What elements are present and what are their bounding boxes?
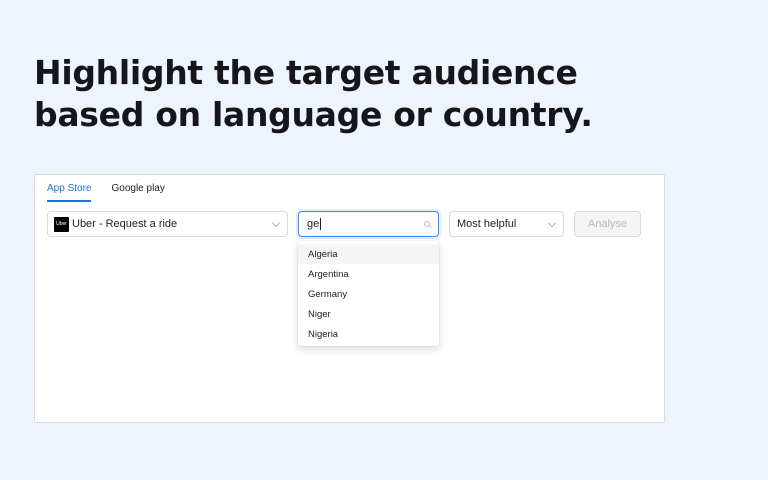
country-option-nigeria[interactable]: Nigeria	[298, 324, 439, 344]
headline-line-2: based on language or country.	[34, 95, 593, 134]
app-select[interactable]: Uber Uber - Request a ride	[47, 211, 288, 237]
country-dropdown: Algeria Argentina Germany Niger Nigeria	[298, 241, 439, 346]
headline-line-1: Highlight the target audience	[34, 53, 578, 92]
country-search-input[interactable]: ge	[298, 211, 439, 237]
analyse-button[interactable]: Analyse	[574, 211, 641, 237]
country-option-germany[interactable]: Germany	[298, 284, 439, 304]
chevron-down-icon	[547, 218, 557, 228]
uber-logo-icon: Uber	[54, 216, 69, 232]
review-analyzer-panel: App Store Google play Uber Uber - Reques…	[34, 174, 665, 423]
store-tabs: App Store Google play	[47, 175, 165, 203]
sort-select[interactable]: Most helpful	[449, 211, 564, 237]
country-search-value: ge	[307, 218, 320, 230]
tab-app-store[interactable]: App Store	[47, 175, 92, 202]
country-option-algeria[interactable]: Algeria	[298, 244, 439, 264]
country-option-niger[interactable]: Niger	[298, 304, 439, 324]
sort-select-value: Most helpful	[457, 218, 517, 230]
search-icon	[424, 221, 430, 227]
country-option-argentina[interactable]: Argentina	[298, 264, 439, 284]
chevron-down-icon	[271, 218, 281, 228]
app-select-value: Uber - Request a ride	[72, 218, 178, 230]
tab-google-play[interactable]: Google play	[111, 175, 164, 202]
headline: Highlight the target audience based on l…	[34, 52, 593, 136]
text-caret	[320, 218, 322, 230]
